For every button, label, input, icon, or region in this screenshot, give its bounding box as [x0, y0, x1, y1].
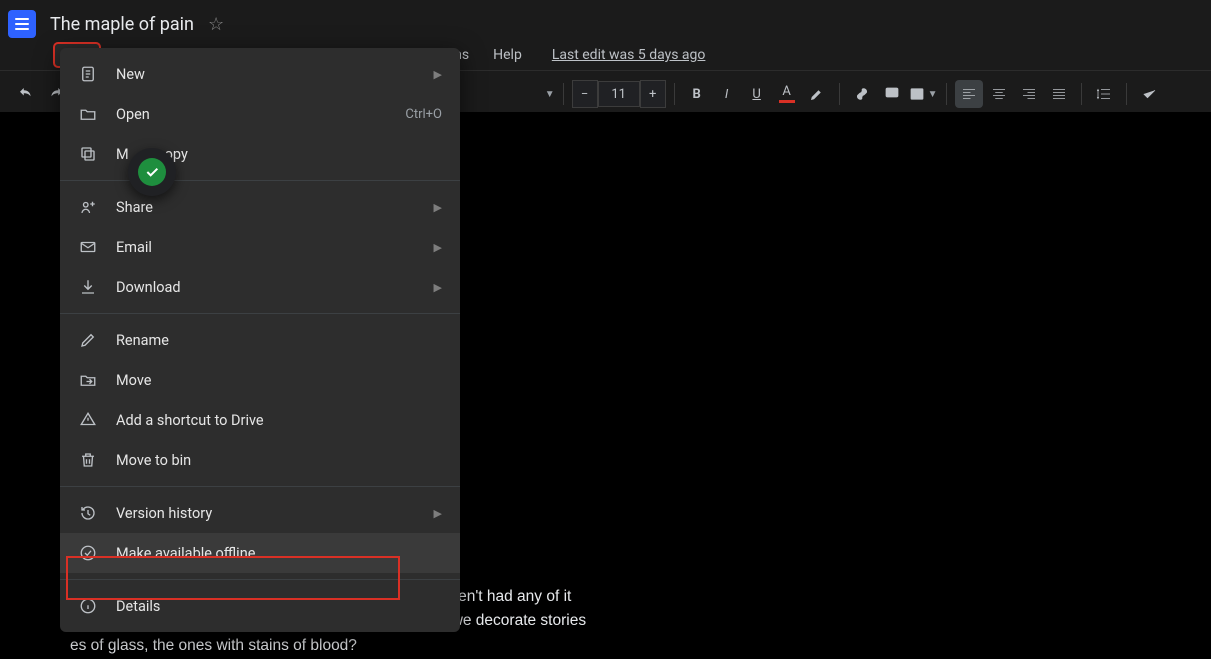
- check-circle-icon: [138, 158, 166, 186]
- trash-icon: [78, 451, 98, 469]
- file-menu-label: Rename: [116, 332, 442, 349]
- file-menu-email[interactable]: Email ▶: [60, 227, 460, 267]
- italic-button[interactable]: I: [713, 80, 741, 108]
- file-menu-download[interactable]: Download ▶: [60, 267, 460, 307]
- font-size-control[interactable]: − 11 +: [572, 80, 666, 108]
- move-icon: [78, 371, 98, 389]
- last-edit-link[interactable]: Last edit was 5 days ago: [552, 47, 706, 63]
- highlight-button[interactable]: [803, 80, 831, 108]
- file-menu-label: Share: [116, 199, 416, 216]
- text-color-button[interactable]: A: [773, 80, 801, 108]
- file-menu-shortcut: Ctrl+O: [405, 107, 442, 122]
- submenu-arrow-icon: ▶: [434, 507, 442, 520]
- file-menu-label: Version history: [116, 505, 416, 522]
- submenu-arrow-icon: ▶: [434, 201, 442, 214]
- align-right-button[interactable]: [1015, 80, 1043, 108]
- menu-help[interactable]: Help: [481, 43, 534, 67]
- new-doc-icon: [78, 65, 98, 83]
- submenu-arrow-icon: ▶: [434, 241, 442, 254]
- menu-divider: [60, 486, 460, 487]
- submenu-arrow-icon: ▶: [434, 68, 442, 81]
- file-menu-details[interactable]: Details: [60, 586, 460, 626]
- file-menu-label: Move to bin: [116, 452, 442, 469]
- share-icon: [78, 198, 98, 216]
- file-menu-version-history[interactable]: Version history ▶: [60, 493, 460, 533]
- doc-line[interactable]: es of glass, the ones with stains of blo…: [70, 634, 1141, 659]
- history-icon: [78, 504, 98, 522]
- align-left-button[interactable]: [955, 80, 983, 108]
- font-size-decrease[interactable]: −: [572, 80, 598, 108]
- file-menu-make-available-offline[interactable]: Make available offline: [60, 533, 460, 573]
- offline-icon: [78, 544, 98, 562]
- file-menu-label: Details: [116, 598, 442, 615]
- drive-shortcut-icon: [78, 411, 98, 429]
- rename-icon: [78, 331, 98, 349]
- font-size-increase[interactable]: +: [640, 80, 666, 108]
- bold-button[interactable]: B: [683, 80, 711, 108]
- file-menu-add-shortcut[interactable]: Add a shortcut to Drive: [60, 400, 460, 440]
- align-justify-button[interactable]: [1045, 80, 1073, 108]
- file-menu-label: Move: [116, 372, 442, 389]
- insert-link-button[interactable]: [848, 80, 876, 108]
- insert-comment-button[interactable]: [878, 80, 906, 108]
- file-menu-label: Download: [116, 279, 416, 296]
- undo-button[interactable]: [12, 80, 40, 108]
- underline-button[interactable]: U: [743, 80, 771, 108]
- file-menu-new[interactable]: New ▶: [60, 54, 460, 94]
- file-menu-dropdown: New ▶ Open Ctrl+O M opy Share ▶ Email ▶ …: [60, 48, 460, 632]
- download-icon: [78, 278, 98, 296]
- document-title[interactable]: The maple of pain: [50, 14, 194, 35]
- folder-icon: [78, 105, 98, 123]
- file-menu-move[interactable]: Move: [60, 360, 460, 400]
- insert-image-button[interactable]: ▼: [908, 80, 938, 108]
- menu-divider: [60, 313, 460, 314]
- file-menu-open[interactable]: Open Ctrl+O: [60, 94, 460, 134]
- file-menu-label: Make available offline: [116, 545, 442, 562]
- file-menu-label: New: [116, 66, 416, 83]
- star-icon[interactable]: ☆: [208, 14, 224, 35]
- email-icon: [78, 238, 98, 256]
- submenu-arrow-icon: ▶: [434, 281, 442, 294]
- line-spacing-button[interactable]: [1090, 80, 1118, 108]
- docs-logo[interactable]: [8, 10, 36, 38]
- more-tools-button[interactable]: [1135, 80, 1163, 108]
- align-center-button[interactable]: [985, 80, 1013, 108]
- info-icon: [78, 597, 98, 615]
- menu-divider: [60, 180, 460, 181]
- file-menu-rename[interactable]: Rename: [60, 320, 460, 360]
- file-menu-label: Add a shortcut to Drive: [116, 412, 442, 429]
- paragraph-style-select[interactable]: Normal▼: [494, 87, 555, 102]
- copy-icon: [78, 145, 98, 163]
- font-size-value[interactable]: 11: [598, 81, 640, 107]
- file-menu-move-to-bin[interactable]: Move to bin: [60, 440, 460, 480]
- file-menu-label: Email: [116, 239, 416, 256]
- file-menu-label: Open: [116, 106, 387, 123]
- file-menu-make-copy[interactable]: M opy: [60, 134, 460, 174]
- menu-divider: [60, 579, 460, 580]
- file-menu-share[interactable]: Share ▶: [60, 187, 460, 227]
- success-toast: [128, 148, 176, 196]
